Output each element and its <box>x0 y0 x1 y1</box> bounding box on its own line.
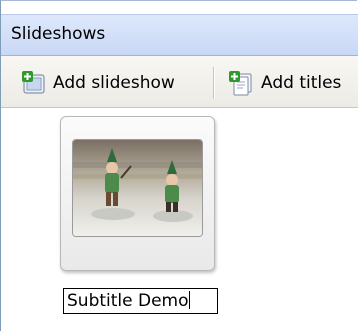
add-titles-label: Add titles <box>261 73 342 93</box>
panel-title: Slideshows <box>11 24 106 44</box>
add-titles-button[interactable]: Add titles <box>227 68 341 98</box>
text-caret <box>188 291 190 309</box>
panel-header: Slideshows <box>1 14 358 56</box>
thumbnail-picture <box>73 140 202 236</box>
add-slideshow-label: Add slideshow <box>53 73 175 93</box>
slideshow-name-input[interactable]: Subtitle Demo <box>63 288 218 314</box>
slideshow-list: Subtitle Demo <box>1 108 358 332</box>
toolbar-separator <box>213 67 215 99</box>
slideshow-name-text: Subtitle Demo <box>67 291 189 311</box>
slideshow-thumbnail <box>72 139 203 237</box>
add-titles-icon <box>229 71 252 96</box>
add-slideshow-button[interactable]: Add slideshow <box>19 68 175 98</box>
add-slideshow-icon <box>22 71 45 94</box>
slideshow-item[interactable] <box>60 116 215 271</box>
toolbar: Add slideshow Add titles <box>1 56 358 108</box>
